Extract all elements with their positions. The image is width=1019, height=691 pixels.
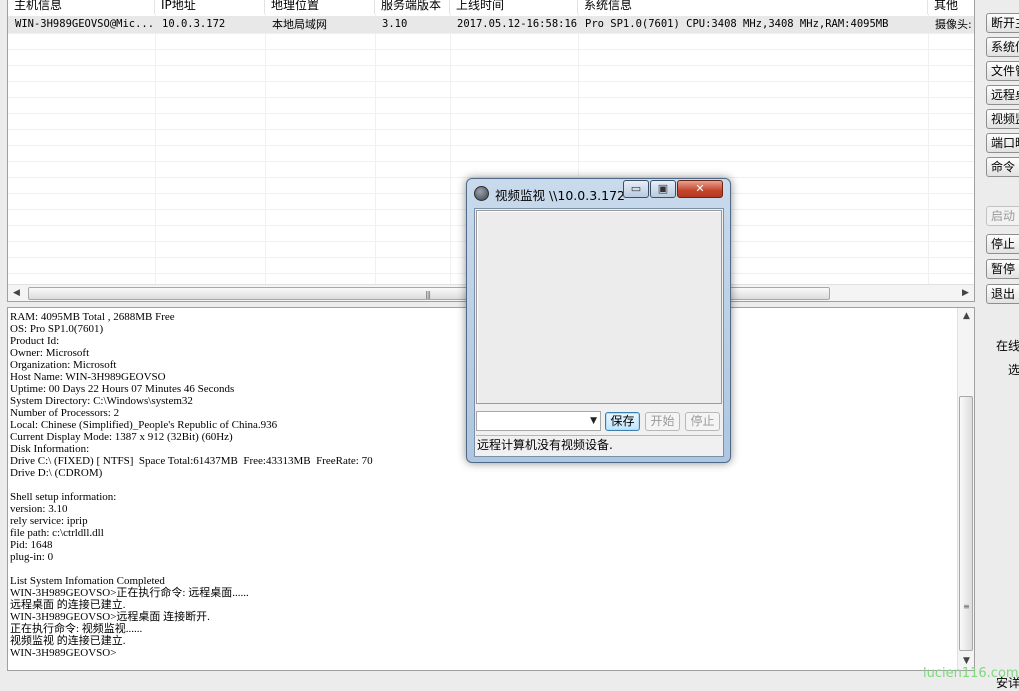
exit-button[interactable]: 退出: [986, 284, 1019, 304]
cell-location: 本地局域网: [272, 18, 327, 31]
port-mapping-button[interactable]: 端口映: [986, 133, 1019, 153]
scroll-left-icon[interactable]: ◀: [8, 285, 25, 301]
disconnect-button[interactable]: 断开主: [986, 13, 1019, 33]
cell-version: 3.10: [382, 18, 408, 30]
remote-desktop-button[interactable]: 远程桌: [986, 85, 1019, 105]
cell-host: WIN-3H989GEOVSO@Mic...: [15, 18, 155, 30]
column-header-location[interactable]: 地理位置: [265, 0, 375, 14]
column-header-other[interactable]: 其他: [928, 0, 974, 14]
close-icon: ✕: [695, 182, 705, 195]
select-label: 选: [1008, 363, 1019, 377]
close-button[interactable]: ✕: [677, 180, 723, 198]
minimize-icon: ▭: [630, 182, 642, 195]
column-header-system[interactable]: 系统信息: [578, 0, 928, 14]
pause-service-button[interactable]: 暂停: [986, 259, 1019, 279]
column-header-online-time[interactable]: 上线时间: [450, 0, 578, 14]
list-header: 主机信息 IP地址 地理位置 服务端版本 上线时间 系统信息 其他: [8, 0, 974, 14]
video-monitor-button[interactable]: 视频监: [986, 109, 1019, 129]
command-button[interactable]: 命令: [986, 157, 1019, 177]
minimize-button[interactable]: ▭: [623, 180, 649, 198]
table-row[interactable]: WIN-3H989GEOVSO@Mic... 10.0.3.172 本地局域网 …: [8, 16, 974, 33]
cell-system: Pro SP1.0(7601) CPU:3408 MHz,3408 MHz,RA…: [585, 18, 889, 30]
cell-online-time: 2017.05.12-16:58:16: [457, 18, 578, 30]
watermark: lucien116.com: [923, 666, 1019, 681]
save-button[interactable]: 保存: [605, 412, 640, 431]
system-info-button[interactable]: 系统信: [986, 37, 1019, 57]
log-vertical-scrollbar[interactable]: ▲ ≡ ▼: [957, 308, 974, 670]
column-header-version[interactable]: 服务端版本: [375, 0, 450, 14]
cell-other: 摄像头:: [935, 18, 972, 31]
video-monitor-dialog[interactable]: 视频监视 \\10.0.3.172 ▭ ▣ ✕ ▼ 保存 开始 停止 远程计算机…: [466, 178, 731, 463]
dialog-status-text: 远程计算机没有视频设备.: [476, 435, 722, 454]
maximize-icon: ▣: [657, 182, 669, 195]
cell-ip: 10.0.3.172: [162, 18, 226, 30]
stop-button[interactable]: 停止: [685, 412, 720, 431]
dialog-title: 视频监视 \\10.0.3.172: [495, 188, 625, 203]
scroll-up-icon[interactable]: ▲: [958, 308, 974, 325]
status-strip: [7, 672, 975, 684]
start-button[interactable]: 开始: [645, 412, 680, 431]
webcam-icon: [474, 186, 489, 201]
online-label: 在线: [996, 339, 1019, 353]
scroll-right-icon[interactable]: ▶: [957, 285, 974, 301]
grip-icon: ≡: [963, 602, 970, 611]
log-scroll-thumb[interactable]: ≡: [959, 396, 973, 651]
chevron-down-icon[interactable]: ▼: [590, 412, 597, 430]
start-service-button[interactable]: 启动: [986, 206, 1019, 226]
dialog-client: ▼ 保存 开始 停止 远程计算机没有视频设备.: [474, 208, 724, 457]
column-header-ip[interactable]: IP地址: [155, 0, 265, 14]
grip-icon: |||: [425, 290, 431, 299]
column-header-host[interactable]: 主机信息: [8, 0, 155, 14]
file-manager-button[interactable]: 文件管: [986, 61, 1019, 81]
maximize-button[interactable]: ▣: [650, 180, 676, 198]
video-device-select[interactable]: ▼: [476, 411, 601, 431]
video-display: [476, 210, 722, 404]
stop-service-button[interactable]: 停止: [986, 234, 1019, 254]
